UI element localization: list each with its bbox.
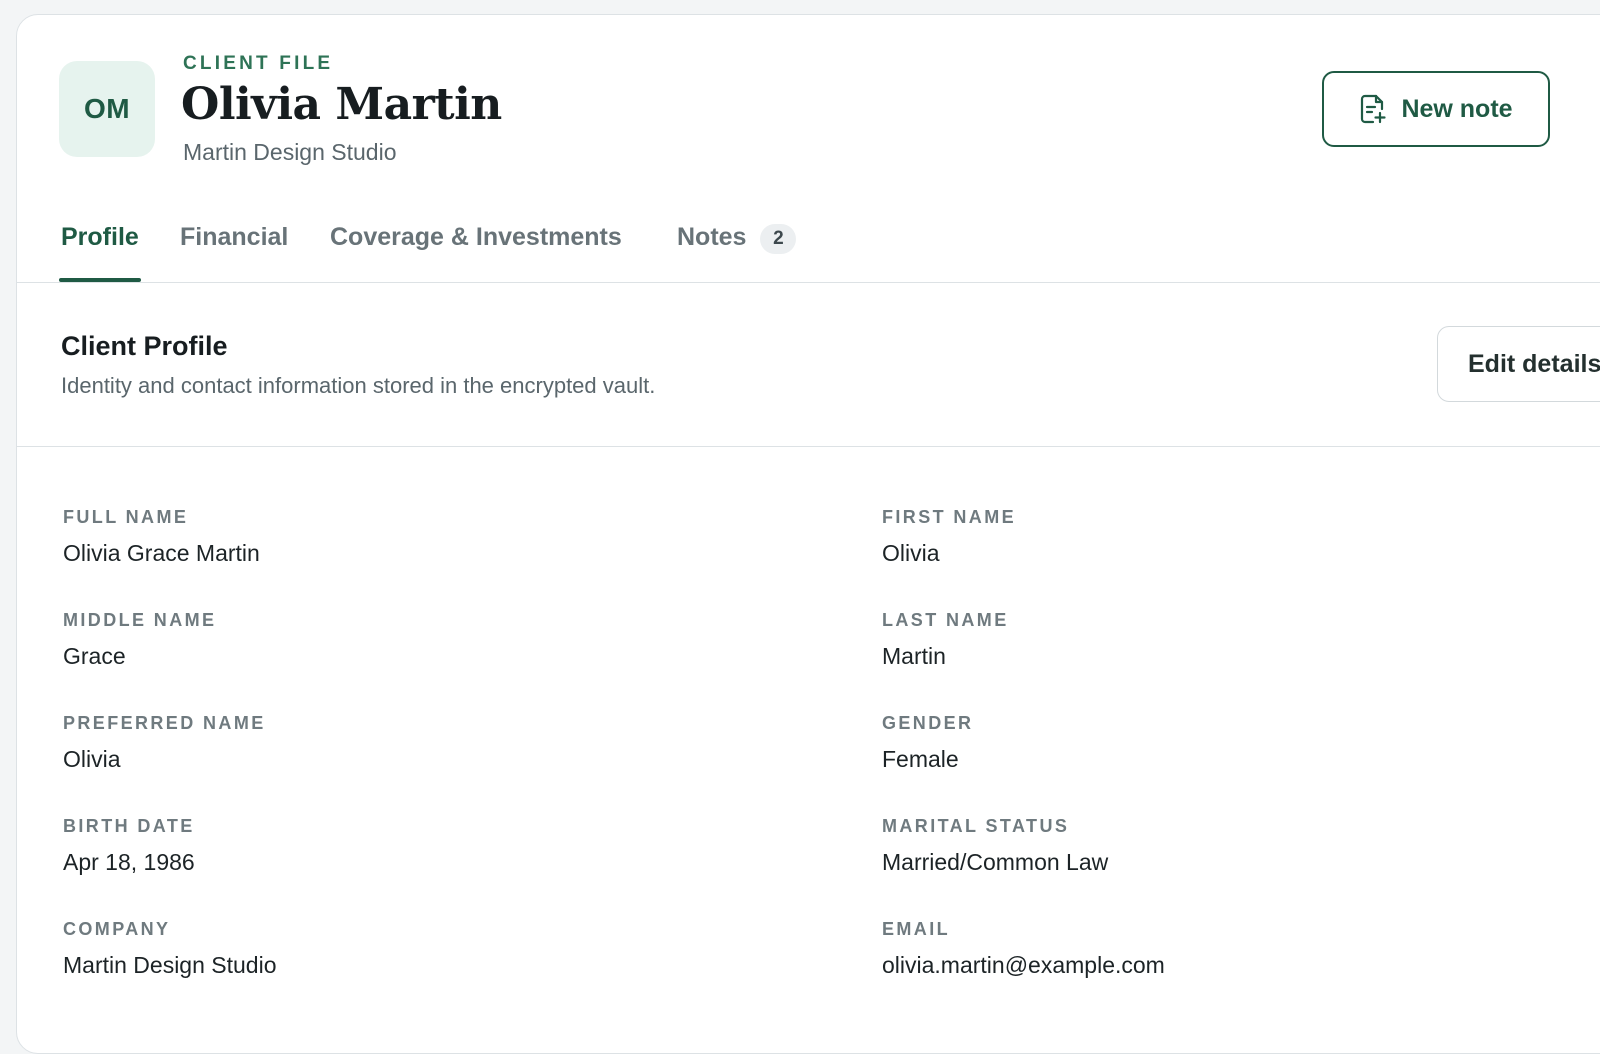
field-label: Email <box>882 919 950 939</box>
tab-financial[interactable]: Financial <box>180 223 288 281</box>
edit-details-button[interactable]: Edit details <box>1437 326 1600 402</box>
section-header: Client Profile Identity and contact info… <box>17 283 1600 447</box>
field-company: Company Martin Design Studio <box>63 919 763 979</box>
field-value: Married/Common Law <box>882 849 1109 875</box>
section-description: Identity and contact information stored … <box>61 373 656 398</box>
tab-coverage-investments[interactable]: Coverage & Investments <box>330 223 622 281</box>
field-email: Email olivia.martin@example.com <box>882 919 1582 979</box>
tab-notes[interactable]: Notes 2 <box>677 223 797 281</box>
field-last-name: Last Name Martin <box>882 610 1582 670</box>
field-preferred-name: Preferred Name Olivia <box>63 713 763 773</box>
field-label: Birth Date <box>63 816 195 836</box>
field-value: Apr 18, 1986 <box>63 849 195 875</box>
tab-profile[interactable]: Profile <box>59 223 141 282</box>
edit-details-label: Edit details <box>1468 349 1600 378</box>
tab-bar: Profile Financial Coverage & Investments… <box>17 205 1600 283</box>
field-value: Olivia <box>63 746 121 772</box>
field-label: Gender <box>882 713 974 733</box>
field-value: Olivia Grace Martin <box>63 540 260 566</box>
section-title: Client Profile <box>61 331 228 361</box>
tab-label: Notes <box>677 223 747 251</box>
field-label: Company <box>63 919 171 939</box>
field-value: Female <box>882 746 959 772</box>
tab-label: Coverage & Investments <box>330 223 622 251</box>
tab-label: Profile <box>61 223 139 251</box>
field-value: Olivia <box>882 540 940 566</box>
field-value: Grace <box>63 643 126 669</box>
field-full-name: Full Name Olivia Grace Martin <box>63 507 763 567</box>
new-note-label: New note <box>1401 94 1513 123</box>
field-value: Martin <box>882 643 946 669</box>
avatar: OM <box>59 61 155 157</box>
field-label: Full Name <box>63 507 189 527</box>
new-note-button[interactable]: New note <box>1322 71 1550 147</box>
client-card: OM CLIENT FILE Olivia Martin Martin Desi… <box>16 14 1600 1054</box>
field-value[interactable]: olivia.martin@example.com <box>882 952 1582 979</box>
field-middle-name: Middle Name Grace <box>63 610 763 670</box>
field-value: Martin Design Studio <box>63 952 277 978</box>
note-add-icon <box>1361 94 1387 124</box>
notes-count-badge: 2 <box>760 224 797 254</box>
tab-label: Financial <box>180 223 289 251</box>
field-label: Marital Status <box>882 816 1070 836</box>
field-label: First Name <box>882 507 1016 527</box>
client-company: Martin Design Studio <box>183 139 397 165</box>
client-header: OM CLIENT FILE Olivia Martin Martin Desi… <box>17 15 1600 205</box>
field-label: Preferred Name <box>63 713 266 733</box>
field-gender: Gender Female <box>882 713 1582 773</box>
field-label: Last Name <box>882 610 1009 630</box>
page-title: Olivia Martin <box>181 79 502 130</box>
eyebrow-label: CLIENT FILE <box>183 53 334 74</box>
field-label: Middle Name <box>63 610 217 630</box>
field-first-name: First Name Olivia <box>882 507 1582 567</box>
field-marital-status: Marital Status Married/Common Law <box>882 816 1582 876</box>
field-birth-date: Birth Date Apr 18, 1986 <box>63 816 763 876</box>
